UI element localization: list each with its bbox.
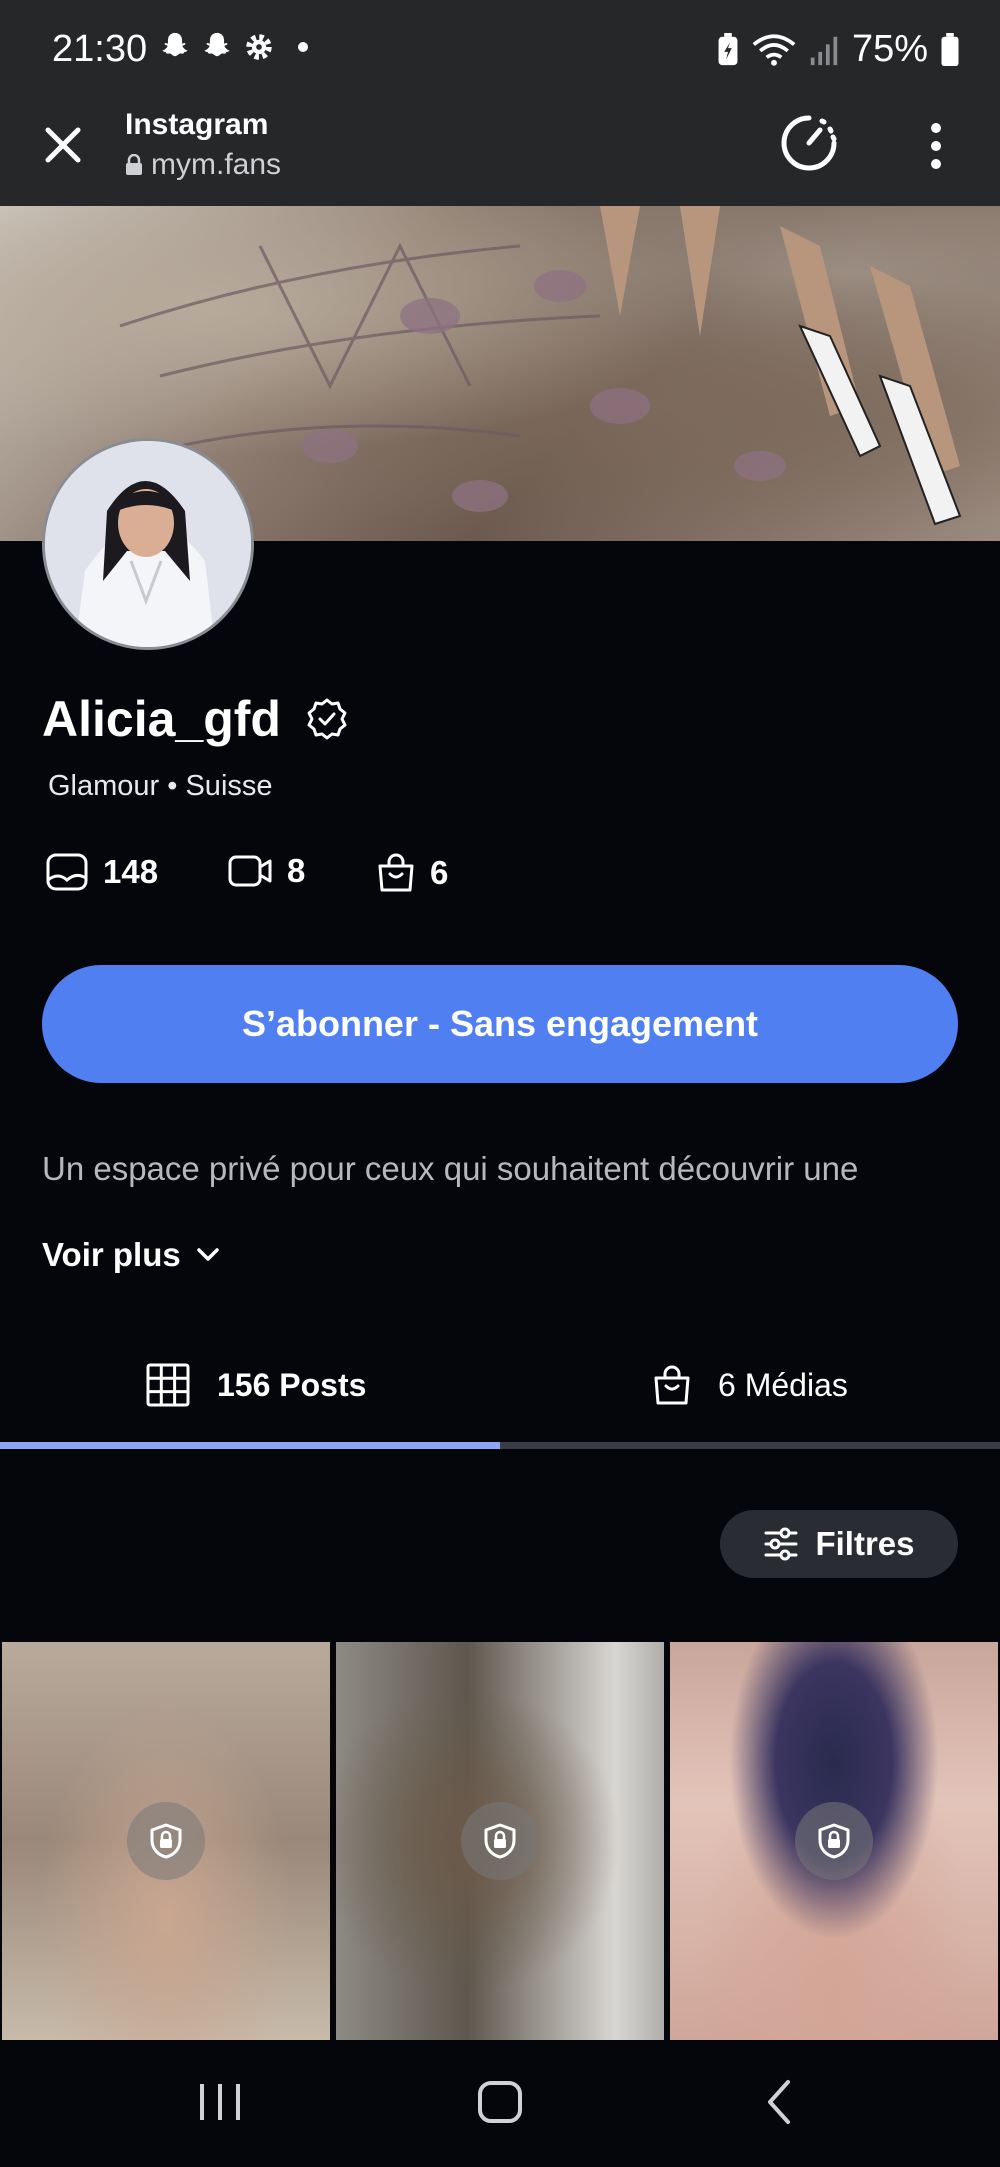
tab-medias[interactable]: 6 Médias <box>652 1340 848 1430</box>
recent-apps-icon[interactable] <box>196 2080 244 2124</box>
more-options-icon[interactable] <box>918 120 954 172</box>
subscribe-button[interactable]: S’abonner - Sans engagement <box>42 965 958 1083</box>
filters-button[interactable]: Filtres <box>720 1510 958 1578</box>
post-thumbnail[interactable] <box>336 1642 664 2040</box>
snapchat-icon <box>204 32 230 57</box>
grid-icon <box>146 1363 190 1407</box>
photos-count: 148 <box>45 852 158 892</box>
see-more-label: Voir plus <box>42 1236 181 1273</box>
back-icon[interactable] <box>762 2078 798 2126</box>
profile-tagline: Glamour • Suisse <box>48 770 273 802</box>
photos-count-value: 148 <box>103 853 159 890</box>
home-icon[interactable] <box>476 2080 524 2124</box>
avatar[interactable] <box>42 438 254 650</box>
battery-icon <box>941 32 959 66</box>
wifi-icon <box>752 33 796 66</box>
medias-count-value: 6 <box>430 854 449 891</box>
tab-indicator <box>0 1442 500 1449</box>
post-thumbnail[interactable] <box>2 1642 330 2040</box>
videos-count-value: 8 <box>287 852 306 889</box>
username-text: Alicia_gfd <box>42 691 281 747</box>
site-url: mym.fans <box>125 148 281 182</box>
battery-percent: 75% <box>851 28 928 70</box>
locked-badge <box>461 1802 539 1880</box>
close-button[interactable] <box>38 120 88 170</box>
locked-badge <box>127 1802 205 1880</box>
lock-shield-icon <box>484 1823 516 1859</box>
status-right-icons: 75% <box>716 28 960 71</box>
tab-posts-label: 156 Posts <box>217 1366 367 1403</box>
profile-name: Alicia_gfd <box>42 690 349 748</box>
bio-text-content: Un espace privé pour ceux qui souhaitent… <box>42 1150 859 1187</box>
see-more-button[interactable]: Voir plus <box>42 1236 221 1274</box>
site-title: Instagram <box>125 108 269 141</box>
snapchat-icon <box>162 32 188 57</box>
medias-count: 6 <box>376 852 448 894</box>
shopping-bag-icon <box>378 853 414 892</box>
shopping-bag-icon <box>654 1365 690 1405</box>
sliders-icon <box>764 1527 798 1561</box>
status-left-icons <box>158 30 308 64</box>
signal-icon <box>810 36 838 65</box>
battery-saver-icon <box>718 32 738 65</box>
gear-icon <box>246 34 272 60</box>
dot-icon <box>298 42 308 52</box>
tab-medias-label: 6 Médias <box>718 1366 848 1403</box>
lock-shield-icon <box>150 1823 182 1859</box>
verified-badge-icon <box>307 698 347 740</box>
tab-posts[interactable]: 156 Posts <box>145 1340 366 1430</box>
photo-icon <box>46 853 88 891</box>
lock-icon <box>126 154 142 175</box>
timer-icon[interactable] <box>778 112 840 174</box>
filters-label: Filtres <box>815 1525 915 1562</box>
site-url-text: mym.fans <box>151 148 282 181</box>
post-thumbnail[interactable] <box>670 1642 998 2040</box>
chevron-down-icon <box>197 1248 219 1261</box>
videos-count: 8 <box>227 852 305 890</box>
video-camera-icon <box>228 855 272 887</box>
status-time: 21:30 <box>52 28 148 70</box>
lock-shield-icon <box>818 1823 850 1859</box>
locked-badge <box>795 1802 873 1880</box>
bio-text: Un espace privé pour ceux qui souhaitent… <box>42 1148 962 1208</box>
